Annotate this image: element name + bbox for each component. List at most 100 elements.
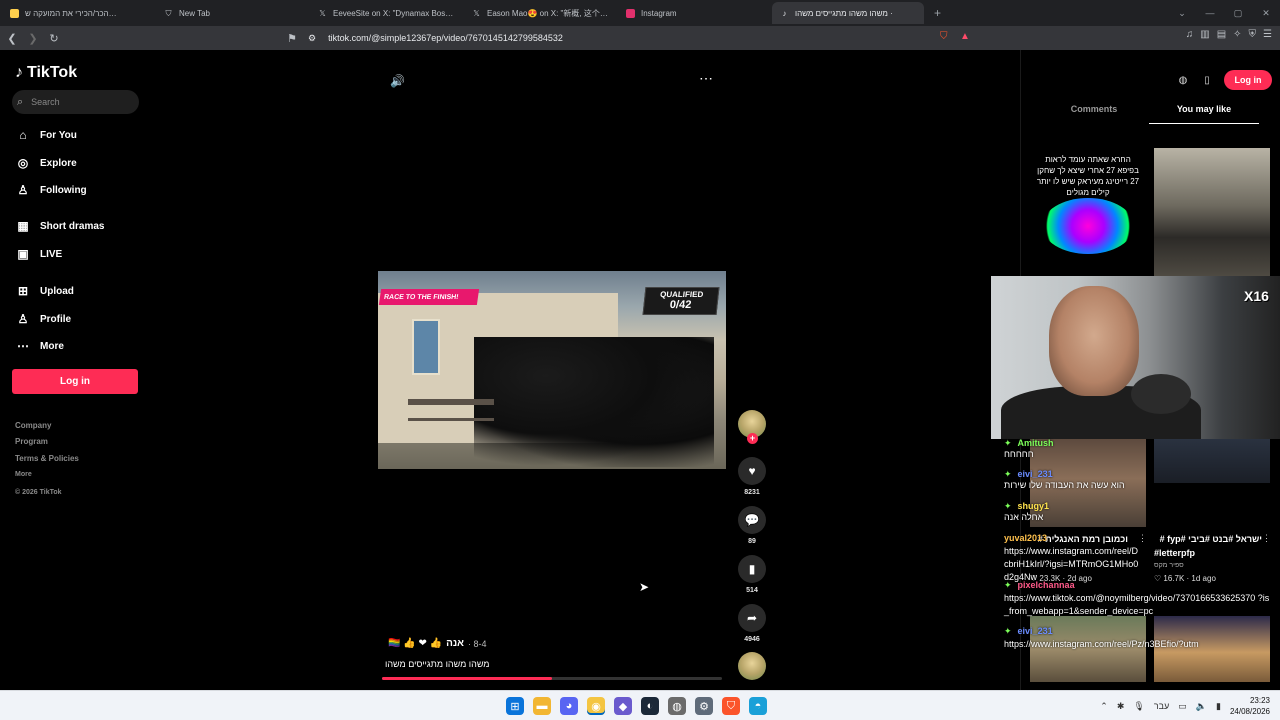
chevron-up-icon[interactable]: ⌃ xyxy=(1100,701,1108,712)
header-login-button[interactable]: Log in xyxy=(1224,70,1272,90)
heart-icon[interactable]: ♥ xyxy=(738,457,766,485)
obs-icon[interactable]: ◍ xyxy=(668,697,686,715)
ai-icon[interactable]: ✧ xyxy=(1233,29,1241,40)
nav-upload[interactable]: ⊞ Upload xyxy=(15,284,74,298)
video-caption: משהו משהו מתגייסים משהו xyxy=(385,659,490,669)
browser-tab-4[interactable]: 𝕏 Eason Mao😍 on X: "新概, 这个一… xyxy=(464,2,616,24)
footer-more[interactable]: More xyxy=(15,471,32,478)
speaker-icon[interactable]: 🔈 xyxy=(1196,701,1207,712)
nav-explore[interactable]: ◎ Explore xyxy=(15,156,77,170)
nav-profile[interactable]: ♙ Profile xyxy=(15,312,72,326)
vpn-icon[interactable]: ⛨ xyxy=(1249,29,1257,40)
qualified-count: 0/42 xyxy=(669,299,692,311)
share-icon[interactable]: ➦ xyxy=(738,604,766,632)
sidebar-icon[interactable]: ▥ xyxy=(1200,29,1209,40)
network-icon[interactable]: ▭ xyxy=(1178,701,1187,712)
author-emoji: 🏳‍🌈 👍 ❤ 👍 xyxy=(388,638,443,649)
footer-company[interactable]: Company xyxy=(15,421,51,430)
battery-icon[interactable]: ▮ xyxy=(1216,701,1221,712)
footer-terms[interactable]: Terms & Policies xyxy=(15,454,79,463)
close-button[interactable]: ✕ xyxy=(1252,8,1280,19)
new-tab-button[interactable]: + xyxy=(934,6,941,20)
qualified-label: QUALIFIED xyxy=(659,290,704,299)
brave-icon[interactable]: ⛉ xyxy=(722,697,740,715)
like-action[interactable]: ♥ 8231 xyxy=(737,457,767,496)
video-player[interactable]: RACE TO THE FINISH! QUALIFIED 0/42 xyxy=(378,271,726,469)
edge-icon[interactable]: ◓ xyxy=(749,697,767,715)
video-progress-bar[interactable] xyxy=(382,677,722,680)
x-icon: 𝕏 xyxy=(319,8,326,18)
recommended-thumb-2[interactable] xyxy=(1154,148,1270,276)
language-indicator[interactable]: עבר xyxy=(1154,701,1169,711)
recommended-thumb-4[interactable] xyxy=(1154,439,1270,483)
more-options-icon[interactable]: ⋯ xyxy=(699,70,713,87)
back-button[interactable]: ❮ xyxy=(3,32,21,45)
nav-for-you[interactable]: ⌂ For You xyxy=(15,128,76,142)
rewards-icon[interactable]: ▲ xyxy=(960,31,970,42)
search-input[interactable]: ⌕ Search xyxy=(12,90,139,114)
music-disc[interactable] xyxy=(737,652,767,680)
item2-user[interactable]: ספיר מקס xyxy=(1154,562,1184,569)
item2-more-icon[interactable]: ⋮ xyxy=(1262,533,1271,544)
windows-start-icon[interactable]: ⊞ xyxy=(506,697,524,715)
settings-icon[interactable]: ⚙ xyxy=(695,697,713,715)
music-avatar xyxy=(738,652,766,680)
profile-icon: ♙ xyxy=(17,312,29,326)
chevron-down-icon[interactable]: ⌄ xyxy=(1168,8,1196,19)
bookmark-icon[interactable]: ▮ xyxy=(738,555,766,583)
avatar: + xyxy=(738,410,766,444)
taskbar-apps: ⊞ ▬ ◕ ◉ ◆ ◐ ◍ ⚙ ⛉ ◓ xyxy=(506,697,767,715)
media-icon[interactable]: ♫ xyxy=(1186,29,1194,40)
steam-icon[interactable]: ◐ xyxy=(641,697,659,715)
browser-tab-6[interactable]: ♪ משהו משהו מתגייסים משהו · xyxy=(772,2,924,24)
maximize-button[interactable]: ▢ xyxy=(1224,8,1252,19)
chrome-icon[interactable]: ◉ xyxy=(587,697,605,715)
clock[interactable]: 23:23 24/08/2026 xyxy=(1230,695,1270,717)
bluetooth-icon[interactable]: ✱ xyxy=(1117,701,1125,712)
nav-following[interactable]: ♙ Following xyxy=(15,183,87,197)
video-author[interactable]: 🏳‍🌈 👍 ❤ 👍 אנה · 8-4 xyxy=(388,638,486,649)
forward-button[interactable]: ❯ xyxy=(24,32,42,45)
phone-icon[interactable]: ▯ xyxy=(1200,75,1214,86)
browser-tab-5[interactable]: Instagram xyxy=(618,2,770,24)
coin-icon[interactable]: ◍ xyxy=(1176,75,1190,86)
volume-icon[interactable]: 🔊 xyxy=(390,74,405,88)
wallet-icon[interactable]: ▤ xyxy=(1217,29,1226,40)
chat-badge-icon: ✦ xyxy=(1004,469,1012,479)
tiktok-logo[interactable]: ♪ TikTok xyxy=(15,64,77,82)
minimize-button[interactable]: — xyxy=(1196,8,1224,18)
footer-program[interactable]: Program xyxy=(15,437,48,446)
address-bar[interactable]: ⚙ tiktok.com/@simple12367ep/video/767014… xyxy=(282,29,930,47)
save-action[interactable]: ▮ 514 xyxy=(737,555,767,594)
follow-plus-icon[interactable]: + xyxy=(747,433,758,444)
browser-tab-2[interactable]: ⛉ New Tab xyxy=(156,2,308,24)
comment-icon[interactable]: 💬 xyxy=(738,506,766,534)
menu-icon[interactable]: ☰ xyxy=(1263,29,1272,40)
system-tray: ⌃ ✱ 🎙 עבר ▭ 🔈 ▮ 23:23 24/08/2026 xyxy=(1100,695,1270,717)
file-explorer-icon[interactable]: ▬ xyxy=(533,697,551,715)
comment-action[interactable]: 💬 89 xyxy=(737,506,767,545)
discord-icon[interactable]: ◕ xyxy=(560,697,578,715)
brave-shield-icon[interactable]: ⛉ xyxy=(940,31,948,42)
url-text: tiktok.com/@simple12367ep/video/76701451… xyxy=(328,33,563,43)
race-banner: RACE TO THE FINISH! xyxy=(378,289,480,305)
browser-tab-3[interactable]: 𝕏EeveeSite on X: "Dynamax Boss batt… xyxy=(310,2,462,24)
login-button[interactable]: Log in xyxy=(12,369,138,394)
nav-short-dramas[interactable]: ▦ Short dramas xyxy=(15,219,104,233)
recommended-thumb-1[interactable]: החרא שאתה עומד לראות בפיפא 27 אחרי שיצא … xyxy=(1030,148,1146,256)
site-info-icon[interactable]: ⚙ xyxy=(308,33,316,44)
nav-more[interactable]: ⋯ More xyxy=(15,339,64,353)
share-action[interactable]: ➦ 4946 xyxy=(737,604,767,643)
tab-you-may-like[interactable]: You may like xyxy=(1149,104,1259,124)
reload-button[interactable]: ↻ xyxy=(45,32,63,45)
browser-tab-1[interactable]: הכר/הכירי את המועקה ש… xyxy=(2,2,154,24)
item2-title[interactable]: ישראל #בנט #ביבי #fyp # xyxy=(1154,534,1262,544)
creator-avatar[interactable]: + xyxy=(737,410,767,444)
plus-box-icon: ⊞ xyxy=(17,284,29,298)
tab-comments[interactable]: Comments xyxy=(1039,104,1149,124)
taskbar: ⊞ ▬ ◕ ◉ ◆ ◐ ◍ ⚙ ⛉ ◓ ⌃ ✱ 🎙 עבר ▭ 🔈 ▮ 23:2… xyxy=(0,690,1280,720)
app-icon[interactable]: ◆ xyxy=(614,697,632,715)
nav-live[interactable]: ▣ LIVE xyxy=(15,247,62,261)
save-count: 514 xyxy=(746,587,758,594)
microphone-icon[interactable]: 🎙 xyxy=(1133,701,1144,712)
